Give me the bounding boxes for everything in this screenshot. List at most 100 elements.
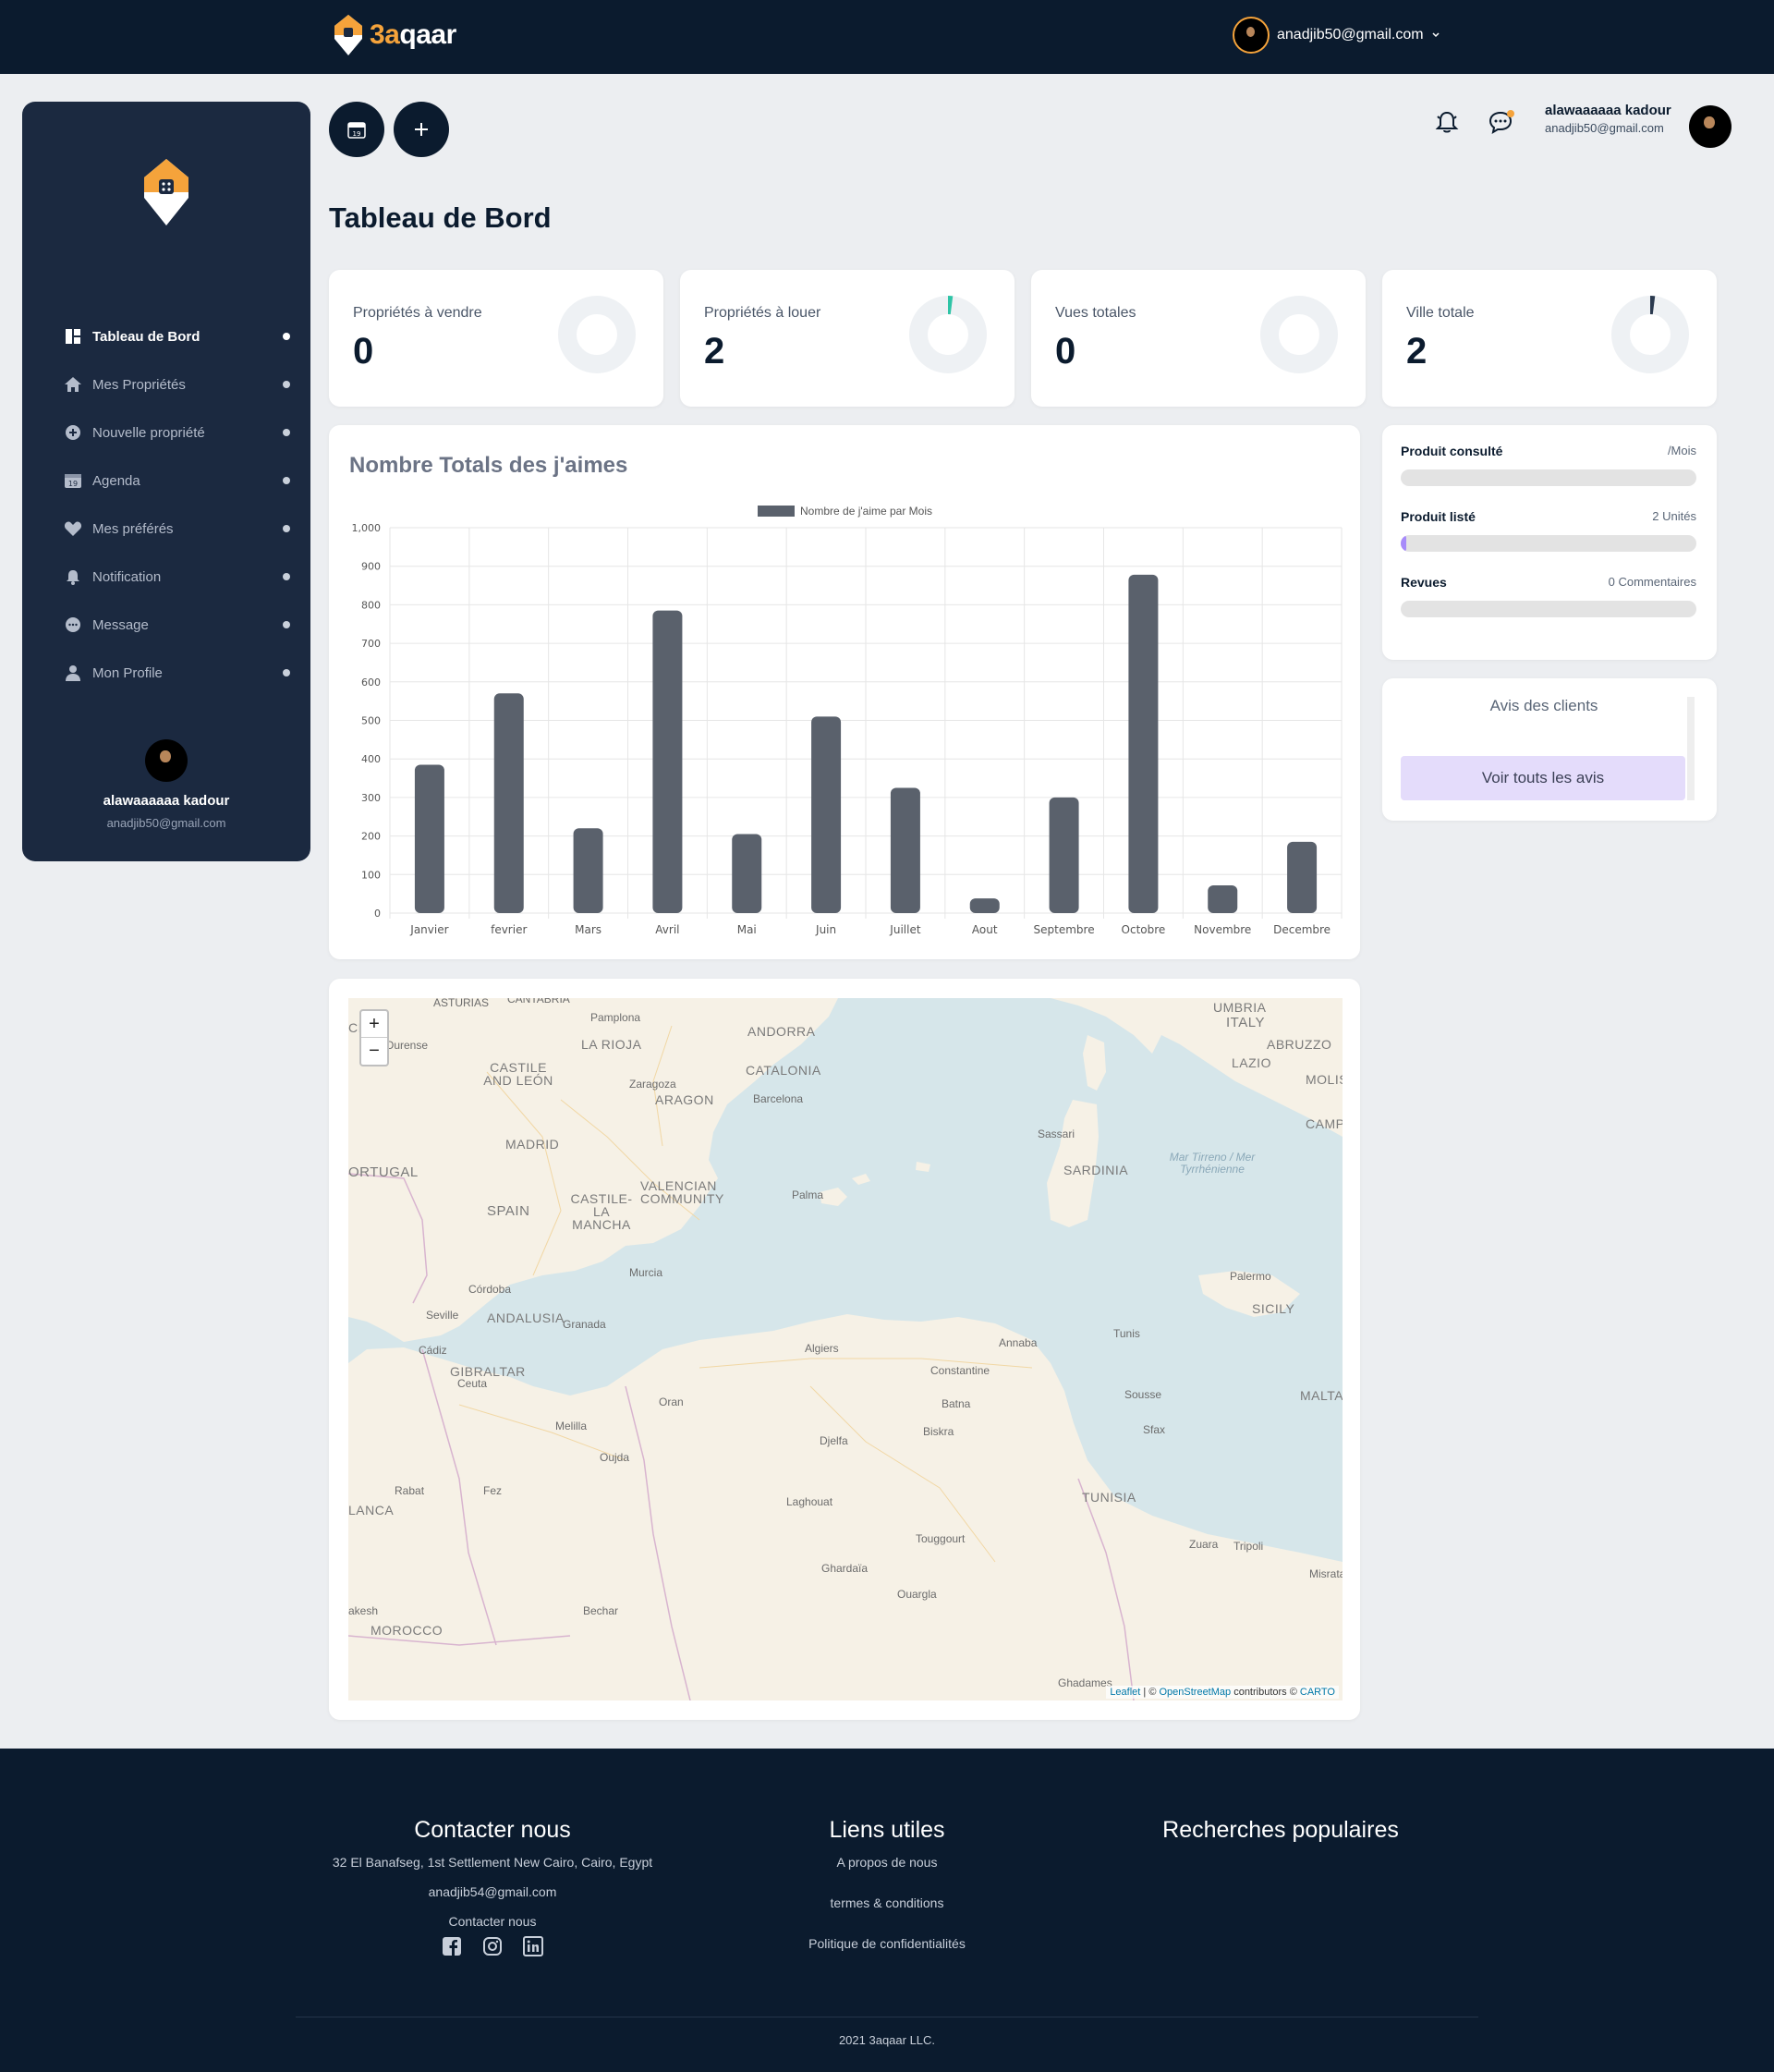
stat-ring [1611, 296, 1689, 373]
bar[interactable] [890, 787, 920, 913]
map-label: akesh [348, 1604, 379, 1617]
add-button[interactable] [394, 102, 449, 157]
attribution-contrib: contributors © [1231, 1687, 1300, 1698]
footer-link-about[interactable]: A propos de nous [748, 1855, 1026, 1870]
map-label: ANDALUSIA [487, 1310, 565, 1325]
stat-label: Propriétés à vendre [353, 305, 482, 321]
sidebar-item-properties[interactable]: Mes Propriétés [63, 360, 299, 408]
bell-icon [1435, 111, 1459, 133]
map-label: ANDORRA [747, 1024, 816, 1039]
sidebar-item-label: Notification [92, 568, 162, 585]
map-attribution: Leaflet | © OpenStreetMap contributors ©… [1106, 1686, 1339, 1699]
map-label: MOROCCO [371, 1623, 444, 1638]
header-icons [1434, 109, 1515, 140]
map-label: Mar Tirreno / Mer Tyrrhénienne [1169, 1151, 1256, 1176]
map-label: Algiers [805, 1342, 839, 1355]
bar[interactable] [414, 764, 444, 913]
y-tick-label: 100 [361, 869, 381, 881]
plus-icon [415, 123, 428, 136]
leaflet-link[interactable]: Leaflet [1110, 1687, 1140, 1698]
header-user[interactable]: alawaaaaaa kadour anadjib50@gmail.com [1545, 104, 1683, 135]
message-button[interactable] [1488, 109, 1515, 140]
stat-label: Ville totale [1406, 305, 1475, 321]
footer-email[interactable]: anadjib54@gmail.com [308, 1884, 677, 1899]
bar[interactable] [732, 834, 762, 913]
map-label: Palermo [1230, 1270, 1271, 1283]
calendar-icon: 19 [347, 122, 366, 139]
map-background [348, 998, 1343, 1700]
sidebar-item-agenda[interactable]: 19 Agenda [63, 457, 299, 505]
sidebar-item-dashboard[interactable]: Tableau de Bord [63, 312, 299, 360]
sidebar-item-notification[interactable]: Notification [63, 553, 299, 601]
calendar-button[interactable]: 19 [329, 102, 384, 157]
progress-name: Revues [1401, 575, 1447, 590]
chat-icon [63, 615, 83, 635]
dashboard-icon [63, 326, 83, 347]
bar[interactable] [1049, 797, 1079, 913]
map-label: Ouargla [897, 1588, 937, 1601]
bar[interactable] [969, 898, 1000, 913]
user-menu[interactable]: anadjib50@gmail.com [1233, 17, 1440, 54]
bar[interactable] [811, 716, 842, 913]
map-label: CANTABRIA [507, 998, 570, 1006]
likes-chart-card: Nombre Totals des j'aimes Nombre de j'ai… [329, 425, 1360, 959]
ring-track [558, 296, 636, 373]
notification-button[interactable] [1434, 109, 1460, 140]
linkedin-icon[interactable] [523, 1936, 543, 1961]
header-user-email: anadjib50@gmail.com [1545, 121, 1664, 135]
sidebar-item-dot [283, 477, 290, 484]
footer-copyright: 2021 3aqaar LLC. [838, 2033, 936, 2047]
sidebar-item-favorites[interactable]: Mes préférés [63, 505, 299, 553]
sidebar-item-dot [283, 573, 290, 580]
bar[interactable] [1128, 574, 1159, 913]
map-label: Bechar [583, 1604, 619, 1617]
x-tick-label: fevrier [491, 923, 527, 936]
map-label: Rabat [395, 1484, 425, 1497]
sidebar-item-label: Mon Profile [92, 664, 163, 681]
avatar[interactable] [1689, 105, 1731, 148]
brand-logo[interactable]: 3aqaar [333, 13, 456, 57]
footer-link-privacy[interactable]: Politique de confidentialités [748, 1936, 1026, 1951]
bar[interactable] [1287, 841, 1318, 913]
sidebar-item-message[interactable]: Message [63, 601, 299, 649]
reviews-scrollbar[interactable] [1687, 697, 1695, 800]
map-label: Tripoli [1233, 1540, 1264, 1553]
map-label: ITALY [1226, 1015, 1265, 1030]
map[interactable]: ASTURIAS CANTABRIA Pamplona ANDORRA LA R… [348, 998, 1343, 1700]
map-label: Biskra [923, 1425, 954, 1438]
map-label: UMBRIA [1213, 1000, 1267, 1015]
map-card: ASTURIAS CANTABRIA Pamplona ANDORRA LA R… [329, 979, 1360, 1720]
progress-value: 0 Commentaires [1608, 575, 1696, 589]
footer-links: Liens utiles A propos de nous termes & c… [748, 1817, 1026, 1951]
bar[interactable] [493, 693, 524, 913]
osm-link[interactable]: OpenStreetMap [1159, 1687, 1231, 1698]
x-tick-label: Juillet [889, 923, 921, 936]
sidebar-item-new-property[interactable]: Nouvelle propriété [63, 408, 299, 457]
sidebar-item-dot [283, 381, 290, 388]
stat-value: 0 [353, 331, 374, 372]
map-label: LAZIO [1232, 1055, 1271, 1070]
sidebar-item-profile[interactable]: Mon Profile [63, 649, 299, 697]
sidebar-logo[interactable] [142, 157, 190, 232]
sidebar-user: alawaaaaaa kadour anadjib50@gmail.com [22, 739, 310, 830]
map-label: LANCA [348, 1503, 395, 1517]
sidebar-item-dot [283, 333, 290, 340]
progress-card: Produit consulté/Mois Produit listé 2 Uni… [1382, 425, 1717, 660]
stat-card-total-cities: Ville totale 2 [1382, 270, 1717, 407]
footer-contact-link[interactable]: Contacter nous [308, 1914, 677, 1929]
stat-label: Vues totales [1055, 305, 1136, 321]
see-all-reviews-button[interactable]: Voir touts les avis [1401, 756, 1685, 800]
map-label: Tunis [1113, 1327, 1140, 1340]
bar[interactable] [573, 828, 603, 913]
top-navbar: 3aqaar anadjib50@gmail.com [0, 0, 1774, 74]
carto-link[interactable]: CARTO [1300, 1687, 1335, 1698]
zoom-in-button[interactable]: + [361, 1011, 387, 1038]
bar[interactable] [1208, 884, 1238, 913]
bar[interactable] [652, 610, 683, 913]
map-label: Batna [942, 1397, 971, 1410]
x-tick-label: Octobre [1122, 923, 1166, 936]
footer-link-terms[interactable]: termes & conditions [748, 1895, 1026, 1910]
facebook-icon[interactable] [442, 1936, 462, 1961]
instagram-icon[interactable] [482, 1936, 503, 1961]
zoom-out-button[interactable]: − [361, 1038, 387, 1065]
